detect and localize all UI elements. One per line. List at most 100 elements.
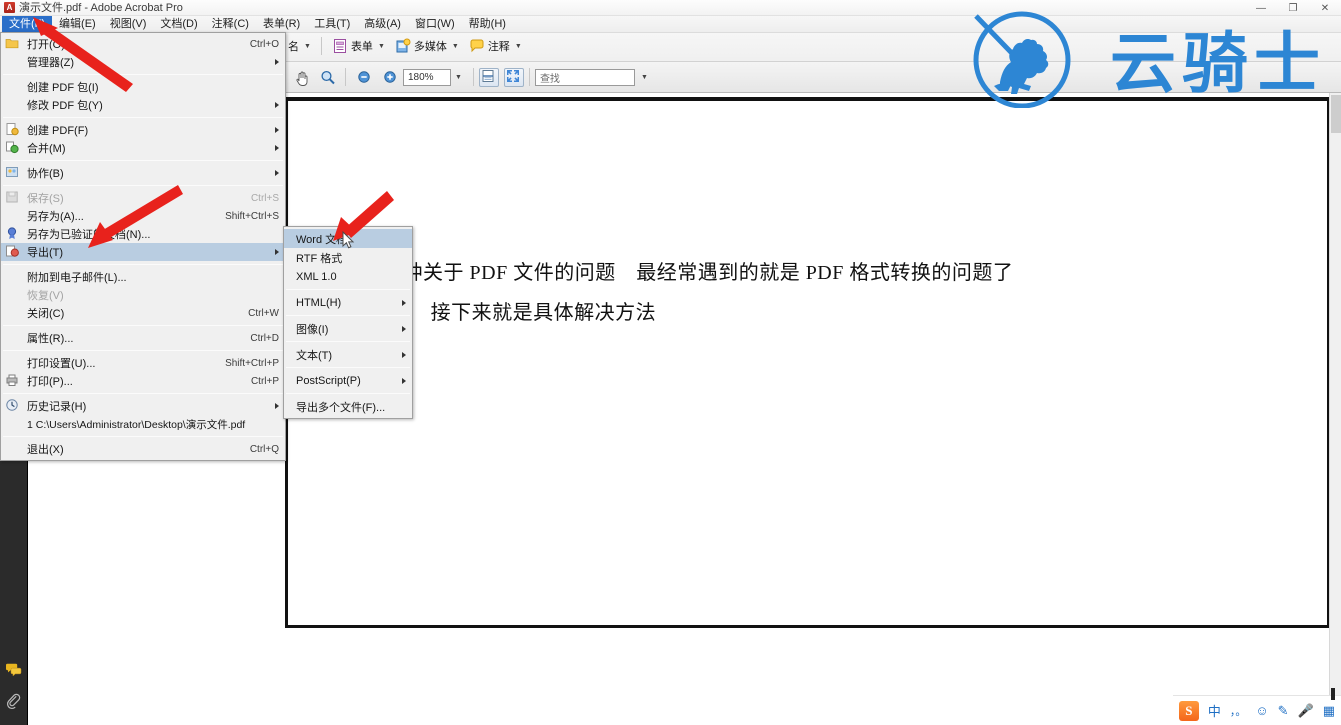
file-menu-accel: Ctrl+W bbox=[248, 307, 279, 319]
chevron-down-icon: ▼ bbox=[304, 42, 311, 50]
export-item-text[interactable]: 文本(T) bbox=[284, 345, 412, 364]
menu-divider bbox=[3, 74, 283, 75]
fit-page-button[interactable] bbox=[478, 67, 499, 87]
export-item-multiple-files[interactable]: 导出多个文件(F)... bbox=[284, 397, 412, 416]
file-menu-accel: Shift+Ctrl+S bbox=[225, 210, 279, 222]
file-menu-label: 附加到电子邮件(L)... bbox=[27, 272, 127, 284]
menu-file[interactable]: 文件(F) bbox=[2, 16, 53, 32]
zoom-out-button[interactable] bbox=[351, 67, 377, 87]
hand-tool-button[interactable] bbox=[288, 67, 314, 87]
menu-document[interactable]: 文档(D) bbox=[153, 16, 204, 32]
toolbar-divider bbox=[345, 68, 346, 86]
ime-toolbox-icon[interactable]: ▦ bbox=[1323, 703, 1335, 719]
file-menu-item-attach-to-email[interactable]: 附加到电子邮件(L)... bbox=[1, 268, 285, 286]
menu-divider bbox=[286, 367, 410, 368]
file-menu-label: 导出(T) bbox=[27, 247, 64, 259]
export-item-label: 文本(T) bbox=[296, 349, 333, 362]
menu-help[interactable]: 帮助(H) bbox=[462, 16, 513, 32]
vertical-scrollbar[interactable] bbox=[1329, 93, 1341, 725]
comments-icon[interactable] bbox=[4, 660, 24, 680]
marquee-zoom-button[interactable] bbox=[314, 67, 340, 87]
file-menu-label: 打印设置(U)... bbox=[27, 358, 96, 370]
file-menu-item-print[interactable]: 打印(P)... Ctrl+P bbox=[1, 372, 285, 390]
multimedia-label: 多媒体 bbox=[413, 41, 447, 53]
doc-line-2: ord 接下来就是具体解决方法 bbox=[382, 302, 657, 324]
toolbar-divider bbox=[320, 37, 322, 55]
sogou-logo-icon[interactable]: S bbox=[1178, 700, 1199, 721]
toolbar-multimedia[interactable]: 多媒体 ▼ bbox=[390, 36, 464, 56]
open-folder-icon bbox=[5, 36, 21, 52]
file-menu-item-create-portfolio[interactable]: 创建 PDF 包(I) bbox=[1, 78, 285, 96]
menu-divider bbox=[286, 315, 410, 316]
file-menu-label: 关闭(C) bbox=[27, 308, 65, 320]
file-menu-item-print-setup[interactable]: 打印设置(U)... Shift+Ctrl+P bbox=[1, 354, 285, 372]
submenu-arrow-icon bbox=[402, 351, 406, 358]
comment-label: 注释 bbox=[487, 41, 510, 53]
chevron-down-icon: ▼ bbox=[377, 42, 385, 50]
file-menu-item-open[interactable]: 打开(O)... Ctrl+O bbox=[1, 35, 285, 53]
menu-comment[interactable]: 注释(C) bbox=[205, 16, 256, 32]
zoom-dropdown-icon[interactable]: ▼ bbox=[455, 74, 462, 81]
close-button[interactable]: ✕ bbox=[1309, 0, 1341, 16]
menu-forms[interactable]: 表单(R) bbox=[256, 16, 307, 32]
hand-icon bbox=[293, 69, 309, 86]
menu-divider bbox=[3, 117, 283, 118]
ime-emoji-icon[interactable]: ☺ bbox=[1255, 703, 1268, 718]
file-menu-item-properties[interactable]: 属性(R)... Ctrl+D bbox=[1, 329, 285, 347]
marquee-zoom-icon bbox=[319, 69, 335, 85]
file-menu-accel: Ctrl+D bbox=[250, 332, 279, 344]
export-item-rtf[interactable]: RTF 格式 bbox=[284, 248, 412, 267]
find-dropdown-icon[interactable]: ▼ bbox=[641, 74, 648, 81]
find-input[interactable]: 查找 bbox=[534, 68, 635, 86]
file-menu-item-organizer[interactable]: 管理器(Z) bbox=[1, 53, 285, 71]
chevron-down-icon: ▼ bbox=[451, 42, 459, 50]
menu-divider bbox=[3, 264, 283, 265]
menu-tools[interactable]: 工具(T) bbox=[307, 16, 357, 32]
toolbar-forms[interactable]: 表单 ▼ bbox=[327, 36, 390, 56]
ime-handwriting-icon[interactable]: ✎ bbox=[1278, 703, 1289, 719]
file-menu-item-modify-portfolio[interactable]: 修改 PDF 包(Y) bbox=[1, 96, 285, 114]
file-menu-item-exit[interactable]: 退出(X) Ctrl+Q bbox=[1, 440, 285, 458]
toolbar-comment[interactable]: 注释 ▼ bbox=[464, 36, 527, 56]
toolbar-divider bbox=[472, 68, 474, 86]
minimize-button[interactable]: — bbox=[1245, 0, 1277, 16]
export-item-label: PostScript(P) bbox=[296, 374, 361, 387]
save-icon bbox=[5, 190, 21, 206]
export-item-html[interactable]: HTML(H) bbox=[284, 293, 412, 312]
menu-edit[interactable]: 编辑(E) bbox=[52, 16, 103, 32]
export-item-word[interactable]: Word 文档 bbox=[284, 229, 412, 248]
toolbar-signature[interactable]: 名 ▼ bbox=[283, 36, 316, 56]
zoom-in-button[interactable] bbox=[377, 67, 403, 87]
zoom-level-input[interactable]: 180% bbox=[403, 68, 451, 86]
menu-divider bbox=[286, 393, 410, 394]
ime-mode-chinese[interactable]: 中 bbox=[1208, 701, 1221, 720]
menu-window[interactable]: 窗口(W) bbox=[408, 16, 462, 32]
file-menu-item-history[interactable]: 历史记录(H) bbox=[1, 397, 285, 415]
scrollbar-thumb[interactable] bbox=[1331, 95, 1341, 133]
file-menu-item-close[interactable]: 关闭(C) Ctrl+W bbox=[1, 304, 285, 322]
fit-width-button[interactable] bbox=[503, 67, 524, 87]
export-item-postscript[interactable]: PostScript(P) bbox=[284, 371, 412, 390]
title-bar: A 演示文件.pdf - Adobe Acrobat Pro — ❐ ✕ bbox=[0, 0, 1341, 16]
file-menu-item-recent-file[interactable]: 1 C:\Users\Administrator\Desktop\演示文件.pd… bbox=[1, 415, 285, 433]
signature-label: 名 bbox=[288, 41, 299, 53]
file-menu-label: 打印(P)... bbox=[27, 376, 73, 388]
export-item-image[interactable]: 图像(I) bbox=[284, 319, 412, 338]
file-menu-item-export[interactable]: 导出(T) bbox=[1, 243, 285, 261]
ime-voice-icon[interactable]: 🎤 bbox=[1298, 703, 1314, 719]
file-menu-item-save-as[interactable]: 另存为(A)... Shift+Ctrl+S bbox=[1, 207, 285, 225]
sogou-ime-bar: S 中 ，。 ☺ ✎ 🎤 ▦ bbox=[1172, 688, 1341, 725]
file-menu-item-save-certified[interactable]: 另存为已验证的文档(N)... bbox=[1, 225, 285, 243]
ime-punctuation-toggle[interactable]: ，。 bbox=[1230, 703, 1247, 719]
menu-view[interactable]: 视图(V) bbox=[103, 16, 154, 32]
export-item-xml[interactable]: XML 1.0 bbox=[284, 267, 412, 286]
file-menu-item-merge[interactable]: 合并(M) bbox=[1, 139, 285, 157]
export-item-label: 图像(I) bbox=[296, 323, 329, 336]
attachment-icon[interactable] bbox=[4, 693, 24, 713]
maximize-button[interactable]: ❐ bbox=[1277, 0, 1309, 16]
file-menu-item-collaborate[interactable]: 协作(B) bbox=[1, 164, 285, 182]
file-menu-item-create-pdf[interactable]: 创建 PDF(F) bbox=[1, 121, 285, 139]
menu-advanced[interactable]: 高级(A) bbox=[357, 16, 408, 32]
file-menu-accel: Ctrl+S bbox=[250, 192, 279, 204]
file-menu-accel: Ctrl+P bbox=[250, 375, 279, 387]
